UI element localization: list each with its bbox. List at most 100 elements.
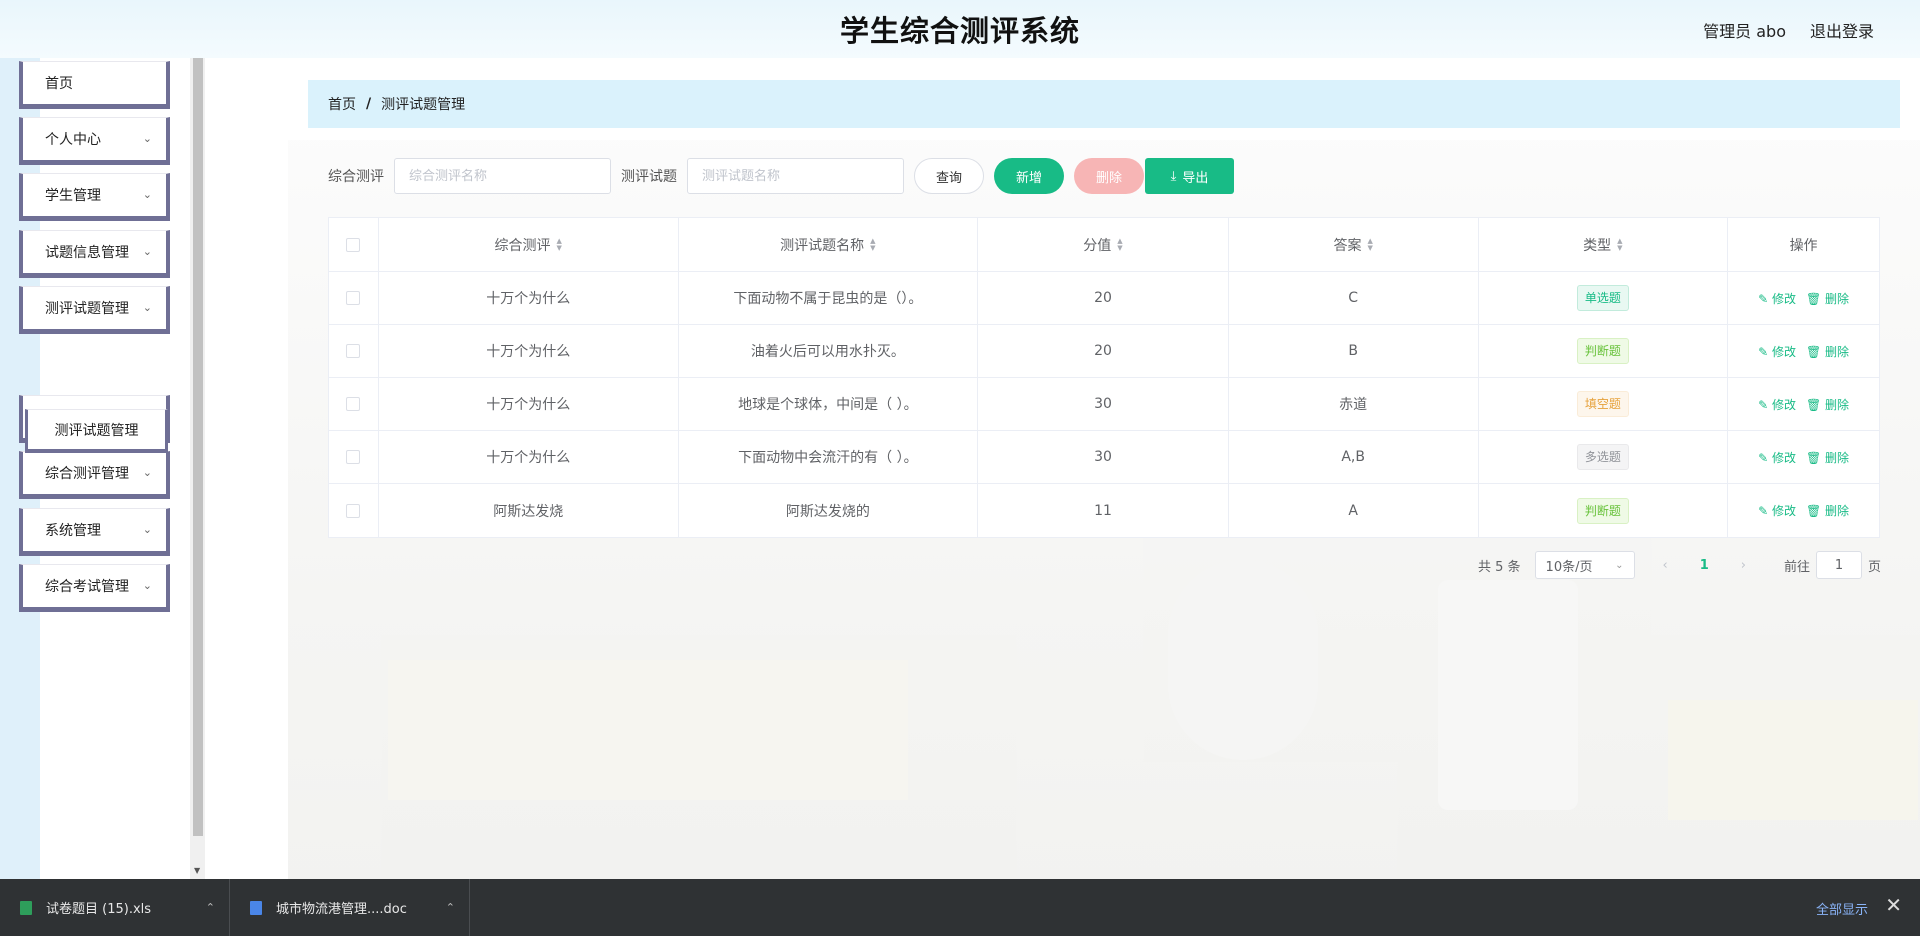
sort-icon[interactable]: ▲ ▼ bbox=[1367, 237, 1372, 252]
sort-icon[interactable]: ▲ ▼ bbox=[557, 237, 562, 252]
cell-operations: ✎ 修改 🗑 删除 bbox=[1728, 325, 1879, 377]
assessment-name-input[interactable] bbox=[394, 158, 611, 194]
edit-button[interactable]: ✎ 修改 bbox=[1758, 449, 1796, 466]
download-item[interactable]: 试卷题目 (15).xls ⌃ bbox=[0, 879, 230, 936]
close-icon[interactable]: ✕ bbox=[1885, 893, 1902, 917]
next-page-icon[interactable]: › bbox=[1741, 558, 1746, 573]
page-number[interactable]: 1 bbox=[1700, 558, 1709, 573]
prev-page-icon[interactable]: ‹ bbox=[1663, 558, 1668, 573]
goto-page-input[interactable]: 1 bbox=[1816, 551, 1863, 579]
chevron-down-icon: ⌄ bbox=[142, 132, 152, 145]
add-button[interactable]: 新增 bbox=[994, 158, 1064, 194]
export-label: 导出 bbox=[1182, 170, 1209, 186]
page-size-select[interactable]: 10条/页 ⌄ bbox=[1534, 551, 1635, 579]
edit-button[interactable]: ✎ 修改 bbox=[1758, 290, 1796, 307]
cell-score: 30 bbox=[978, 378, 1229, 430]
header-type[interactable]: 类型 ▲ ▼ bbox=[1479, 218, 1729, 271]
cell-type: 判断题 bbox=[1479, 484, 1729, 537]
scroll-down-arrow-icon[interactable]: ▼ bbox=[194, 866, 200, 875]
cell-question-name: 油着火后可以用水扑灭。 bbox=[679, 325, 979, 377]
cell-operations: ✎ 修改 🗑 删除 bbox=[1728, 431, 1879, 483]
download-item[interactable]: 城市物流港管理....doc ⌃ bbox=[230, 879, 470, 936]
sidebar-item[interactable]: 首页 bbox=[19, 61, 170, 109]
download-icon: ⤓ bbox=[1170, 168, 1177, 184]
deco-tape-shape bbox=[1168, 560, 1318, 760]
deco-cylinder-shape bbox=[1438, 580, 1578, 810]
row-delete-button[interactable]: 🗑 删除 bbox=[1806, 396, 1849, 413]
current-user-label[interactable]: 管理员 abo bbox=[1703, 18, 1786, 42]
chevron-up-icon[interactable]: ⌃ bbox=[446, 901, 455, 914]
logout-link[interactable]: 退出登录 bbox=[1810, 18, 1874, 42]
row-select-cell bbox=[329, 484, 379, 537]
header-user-area: 管理员 abo 退出登录 bbox=[1703, 18, 1874, 42]
header-assessment-label: 综合测评 bbox=[494, 237, 551, 254]
sidebar-item-label: 综合测评管理 bbox=[45, 466, 129, 482]
table-row: 十万个为什么 下面动物中会流汗的有（ ）。 30 A,B 多选题 ✎ 修改 🗑 删除 bbox=[329, 431, 1879, 484]
header-answer-label: 答案 bbox=[1333, 237, 1362, 254]
row-checkbox[interactable] bbox=[346, 344, 361, 358]
sidebar-item-label: 个人中心 bbox=[45, 132, 101, 148]
header-score[interactable]: 分值 ▲ ▼ bbox=[978, 218, 1229, 271]
row-select-cell bbox=[329, 378, 379, 430]
sidebar-item[interactable]: 个人中心 ⌄ bbox=[19, 117, 170, 165]
header-assessment[interactable]: 综合测评 ▲ ▼ bbox=[379, 218, 679, 271]
cell-assessment: 阿斯达发烧 bbox=[379, 484, 679, 537]
sidebar-item-label: 试题信息管理 bbox=[45, 245, 129, 261]
row-checkbox[interactable] bbox=[346, 450, 361, 464]
sort-icon[interactable]: ▲ ▼ bbox=[870, 237, 875, 252]
delete-button[interactable]: 删除 bbox=[1074, 158, 1144, 194]
export-button[interactable]: ⤓ 导出 bbox=[1145, 158, 1234, 194]
row-delete-button[interactable]: 🗑 删除 bbox=[1806, 449, 1849, 466]
table-row: 十万个为什么 地球是个球体，中间是（ ）。 30 赤道 填空题 ✎ 修改 🗑 删除 bbox=[329, 378, 1879, 431]
cell-type: 多选题 bbox=[1479, 431, 1729, 483]
cell-answer: C bbox=[1229, 272, 1479, 324]
edit-button[interactable]: ✎ 修改 bbox=[1758, 396, 1796, 413]
sidebar-item[interactable]: 系统管理 ⌄ bbox=[19, 508, 170, 556]
delete-label: 删除 bbox=[1825, 504, 1850, 518]
row-delete-button[interactable]: 🗑 删除 bbox=[1806, 343, 1849, 360]
query-button[interactable]: 查询 bbox=[914, 158, 984, 194]
top-header: 学生综合测评系统 管理员 abo 退出登录 bbox=[0, 0, 1920, 58]
goto-suffix: 页 bbox=[1868, 559, 1882, 575]
goto-prefix: 前往 bbox=[1784, 559, 1811, 575]
header-select-cell bbox=[329, 218, 379, 271]
row-select-cell bbox=[329, 431, 379, 483]
search-label-question: 测评试题 bbox=[621, 169, 677, 185]
word-file-icon bbox=[250, 900, 262, 915]
breadcrumb-home[interactable]: 首页 bbox=[328, 94, 356, 114]
sidebar-item[interactable]: 学生管理 ⌄ bbox=[19, 173, 170, 221]
row-select-cell bbox=[329, 272, 379, 324]
cell-type: 单选题 bbox=[1479, 272, 1729, 324]
chevron-up-icon[interactable]: ⌃ bbox=[206, 901, 215, 914]
row-checkbox[interactable] bbox=[346, 503, 361, 518]
edit-icon: ✎ bbox=[1758, 344, 1769, 359]
sidebar-subitem[interactable]: 测评试题管理 bbox=[25, 409, 168, 453]
edit-button[interactable]: ✎ 修改 bbox=[1758, 502, 1796, 519]
select-all-checkbox[interactable] bbox=[346, 237, 361, 252]
scrollbar-thumb[interactable] bbox=[193, 58, 203, 836]
show-all-downloads-link[interactable]: 全部显示 bbox=[1816, 899, 1868, 918]
question-name-input[interactable] bbox=[687, 158, 904, 194]
sidebar-item[interactable]: 综合测评管理 ⌄ bbox=[19, 451, 170, 499]
sidebar-scrollbar[interactable]: ▼ bbox=[190, 58, 205, 879]
chevron-down-icon: ⌄ bbox=[142, 523, 152, 536]
header-question-name[interactable]: 测评试题名称 ▲ ▼ bbox=[679, 218, 979, 271]
table-body: 十万个为什么 下面动物不属于昆虫的是（）。 20 C 单选题 ✎ 修改 🗑 删除 十万个为什么… bbox=[329, 272, 1879, 537]
edit-icon: ✎ bbox=[1758, 504, 1769, 518]
sidebar-item[interactable]: 试题信息管理 ⌄ bbox=[19, 230, 170, 278]
delete-label: 删除 bbox=[1825, 344, 1850, 359]
questions-table: 综合测评 ▲ ▼ 测评试题名称 ▲ ▼ 分值 ▲ ▼ 答案 ▲ ▼ 类型 ▲ ▼ 操作 十万个为什么… bbox=[328, 217, 1880, 538]
row-delete-button[interactable]: 🗑 删除 bbox=[1806, 502, 1849, 519]
sort-icon[interactable]: ▲ ▼ bbox=[1617, 237, 1622, 252]
sidebar-item[interactable]: 测评试题管理 ⌄ bbox=[19, 286, 170, 334]
sort-icon[interactable]: ▲ ▼ bbox=[1117, 237, 1122, 252]
edit-button[interactable]: ✎ 修改 bbox=[1758, 343, 1796, 360]
header-operations-label: 操作 bbox=[1789, 237, 1818, 254]
row-delete-button[interactable]: 🗑 删除 bbox=[1806, 290, 1849, 307]
row-checkbox[interactable] bbox=[346, 397, 361, 411]
header-answer[interactable]: 答案 ▲ ▼ bbox=[1229, 218, 1479, 271]
row-checkbox[interactable] bbox=[346, 291, 361, 305]
sidebar-item[interactable]: 综合考试管理 ⌄ bbox=[19, 564, 170, 612]
sidebar: 首页个人中心⌄学生管理⌄试题信息管理⌄测评试题管理⌄管理员管理⌄综合测评管理⌄系… bbox=[0, 58, 205, 879]
edit-icon: ✎ bbox=[1758, 397, 1769, 412]
